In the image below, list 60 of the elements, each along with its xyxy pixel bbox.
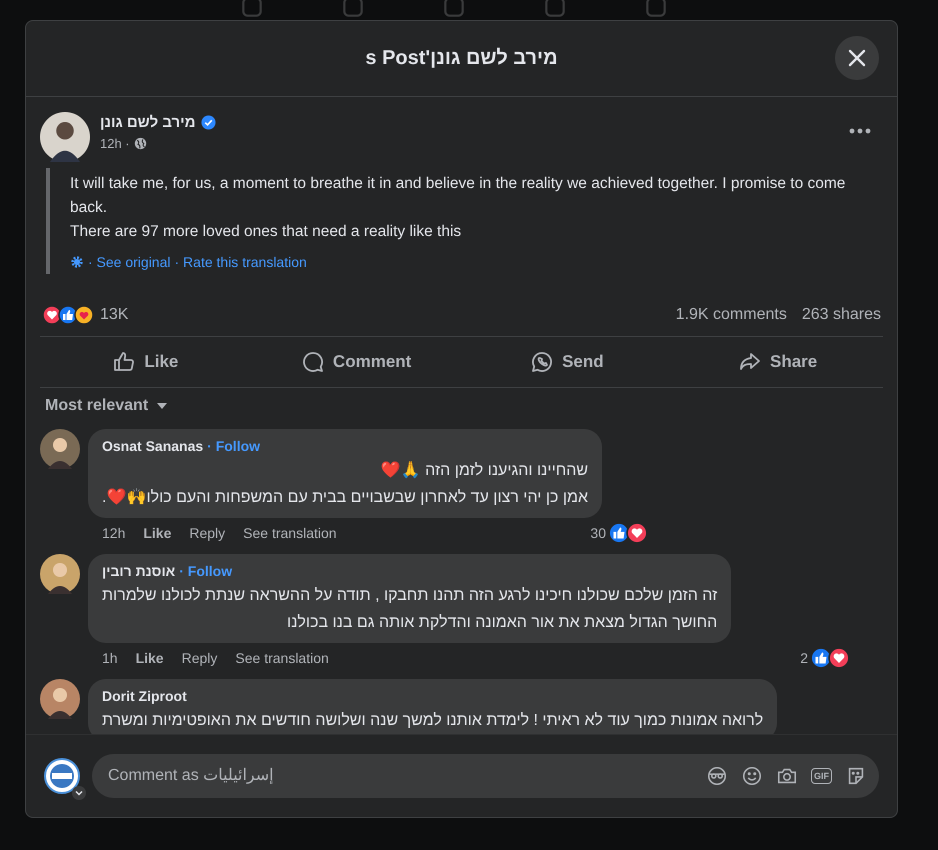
commenter-name[interactable]: Osnat Sananas	[102, 438, 204, 454]
share-count[interactable]: 263 shares	[802, 306, 881, 324]
reaction-count[interactable]: 2	[800, 650, 808, 666]
avatar[interactable]	[40, 679, 80, 719]
avatar[interactable]	[40, 112, 90, 162]
comment-text: אמן כן יהי רצון עד לאחרון שבשבויים בבית עם המשפחות והעם כולו🙌❤.	[102, 488, 588, 508]
reaction-count[interactable]: 30	[590, 525, 606, 541]
comment-text: זה הזמן שלכם שכולנו חיכינו לרגע הזה תהנו תחבקו , תודה על ההשראה שנתת לכולנו שלמרות	[102, 586, 718, 606]
reply-link[interactable]: Reply	[189, 525, 226, 541]
avatar[interactable]	[40, 429, 80, 469]
commenter-name[interactable]: אוסנת רובין	[102, 563, 176, 579]
globe-icon	[134, 137, 147, 150]
like-reaction-icon	[58, 305, 78, 325]
comment-text: לרואה אמונות כמוך עוד לא ראיתי ! לימדת אותנו למשך שנה ושלושה חודשים את האופטימיות ומשרת	[102, 711, 764, 731]
avatar-sticker-icon[interactable]	[706, 765, 728, 787]
post-text: There are 97 more loved ones that need a reality like this	[70, 222, 462, 242]
page-avatar[interactable]	[44, 758, 80, 794]
like-icon	[112, 350, 136, 374]
dialog-title: מירב לשם גונן's Post	[365, 47, 558, 70]
love-reaction-icon	[626, 522, 648, 544]
sort-dropdown[interactable]: Most relevant	[40, 389, 174, 423]
more-icon[interactable]	[849, 128, 871, 134]
like-link[interactable]: Like	[136, 650, 164, 666]
see-translation-link[interactable]: See translation	[235, 650, 329, 666]
comment-time[interactable]: 12h	[102, 525, 126, 541]
like-button[interactable]: Like	[40, 341, 251, 383]
close-icon	[847, 48, 867, 68]
gear-icon	[70, 255, 84, 269]
follow-link[interactable]: · Follow	[179, 563, 232, 579]
gif-button[interactable]: GIF	[811, 768, 832, 784]
care-reaction-icon	[74, 305, 94, 325]
rate-translation-link[interactable]: · Rate this translation	[174, 254, 307, 270]
follow-link[interactable]: · Follow	[207, 438, 260, 454]
like-reaction-icon	[810, 647, 832, 669]
chevron-icon[interactable]	[72, 786, 86, 800]
author-name[interactable]: מירב לשם גונן	[100, 114, 196, 131]
love-reaction-icon	[42, 305, 62, 325]
see-original-link[interactable]: · See original	[88, 254, 170, 270]
post-time[interactable]: 12h ·	[100, 136, 130, 151]
comment-icon	[300, 350, 325, 374]
comment-time[interactable]: 1h	[102, 650, 118, 666]
comment-text: שהחיינו והגיענו לזמן הזה 🙏❤	[380, 460, 588, 481]
see-translation-link[interactable]: See translation	[243, 525, 337, 541]
like-link[interactable]: Like	[143, 525, 172, 541]
share-button[interactable]: Share	[672, 341, 883, 383]
post-text: It will take me, for us, a moment to breathe it in and believe in the reality we achieved together. I promise to come back.	[70, 174, 846, 218]
avatar[interactable]	[40, 554, 80, 594]
send-button[interactable]: Send	[462, 341, 672, 383]
comment-button[interactable]: Comment	[250, 341, 462, 383]
send-icon	[530, 350, 554, 374]
like-reaction-icon	[608, 522, 630, 544]
love-reaction-icon	[828, 647, 850, 669]
caret-icon	[156, 402, 168, 410]
close-button[interactable]	[835, 36, 879, 80]
reply-link[interactable]: Reply	[182, 650, 218, 666]
comment-text: החושך הגדול מצאת את אור האמונה והדלקת אותה גם בנו בכולנו	[286, 613, 718, 633]
reaction-count[interactable]: 13K	[100, 306, 128, 324]
emoji-icon[interactable]	[741, 765, 763, 787]
commenter-name[interactable]: Dorit Ziproot	[102, 688, 187, 704]
comment-count[interactable]: 1.9K comments	[676, 306, 787, 324]
